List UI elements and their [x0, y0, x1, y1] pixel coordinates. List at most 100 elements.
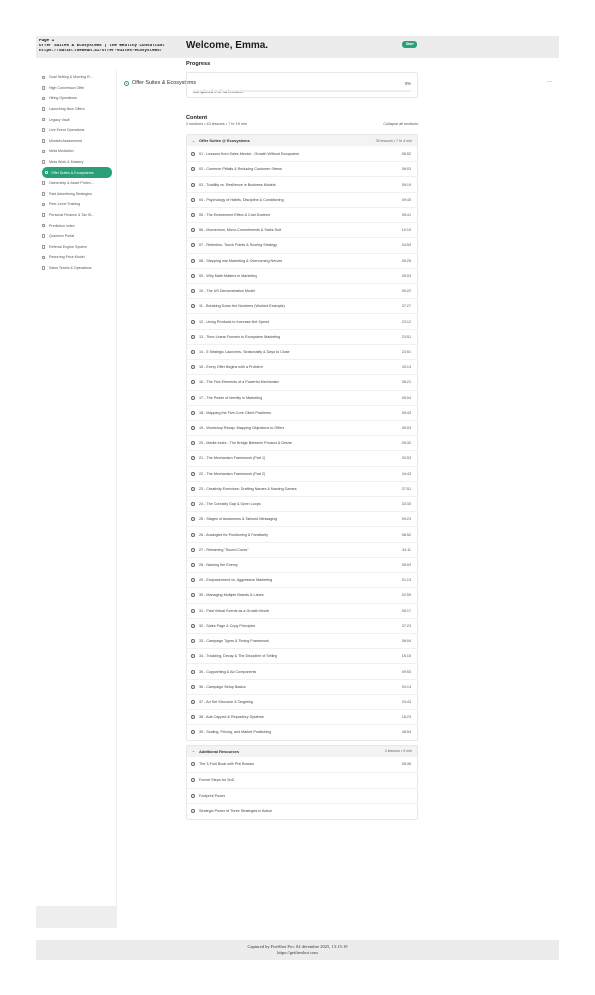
lesson-row[interactable]: 35 - Copywriting & Ad Components 09:53 — [187, 663, 417, 678]
lesson-row[interactable]: 33 - Campaign Types & Timing Framework 08… — [187, 633, 417, 648]
lesson-row[interactable]: 16 - The Five Elements of a Powerful Mec… — [187, 374, 417, 389]
lesson-status-circle-icon — [191, 456, 195, 461]
sidebar-item[interactable]: Launching New Offers — [42, 104, 112, 115]
sidebar-item[interactable]: Hiring Operations — [42, 93, 112, 104]
lesson-row[interactable]: 05 - The Endowment Effect & Cost Doctrin… — [187, 206, 417, 222]
sidebar-item-label: Recurring Price Model — [49, 255, 85, 260]
lesson-row[interactable]: 31 - Paid Virtual Events as a Growth Mod… — [187, 602, 417, 618]
lesson-row[interactable]: 32 - Sales Page & Copy Principles 37:23 — [187, 617, 417, 633]
lesson-row[interactable]: 07 - Retention, Touch Points & Scoring S… — [187, 237, 417, 252]
lesson-row[interactable]: 13 - Time-Linear Funnels to Ecosystem Ma… — [187, 328, 417, 344]
lesson-title: Funnel Steps for SoD — [199, 778, 235, 783]
sidebar-nav: Goal Setting & Morning R... High Conversi… — [36, 70, 116, 273]
lesson-row[interactable]: 01 - Lessons from Sales Mentor - Growth … — [187, 146, 417, 161]
sidebar-item[interactable]: Offer Suites & Ecosystems — [42, 167, 112, 178]
document-icon — [42, 181, 45, 186]
lesson-row[interactable]: 17 - The Power of Identity in Marketing 0… — [187, 389, 417, 405]
lesson-row[interactable]: 11 - Breaking Down the Numbers (Worked E… — [187, 298, 417, 313]
lesson-row[interactable]: 21 - The Mechanism Framework (Part 1) 33:… — [187, 450, 417, 465]
lesson-title: 09 - Why Math Matters in Marketing — [199, 273, 258, 278]
lesson-status-circle-icon — [191, 151, 195, 156]
sidebar-item[interactable]: Referral Engine System — [42, 242, 112, 253]
sidebar-item[interactable]: Ownership & Asset Protec... — [42, 178, 112, 189]
lesson-status-circle-icon — [191, 699, 195, 704]
lesson-row[interactable]: 20 - Media Index - The Bridge Between Pr… — [187, 435, 417, 450]
document-icon — [42, 245, 45, 249]
lesson-row[interactable]: 08 - Stepping into Marketing & Overcomin… — [187, 252, 417, 268]
sidebar-item[interactable]: Recurring Price Model — [42, 252, 112, 263]
lesson-row[interactable]: 36 - Campaign Setup Basics 04:14 — [187, 678, 417, 694]
lesson-title: 24 - The Curiosity Gap & Open Loops — [199, 502, 261, 507]
sidebar-item-label: Ownership & Asset Protec... — [49, 181, 94, 186]
lesson-row[interactable]: 30 - Managing Multiple Brands & Lanes 02:… — [187, 587, 417, 602]
lesson-row[interactable]: Footprint Power — [187, 787, 417, 804]
document-icon — [42, 128, 45, 133]
lesson-row[interactable]: 18 - Mapping the Five-Core Client Proble… — [187, 404, 417, 420]
lesson-row[interactable]: 02 - Common Pitfalls & Reducing Customer… — [187, 161, 417, 176]
lesson-title: 16 - The Five Elements of a Powerful Mec… — [199, 380, 280, 385]
document-icon — [42, 139, 45, 143]
lesson-duration: 08:36 — [401, 762, 411, 767]
sidebar-item[interactable]: Peer-Level Training — [42, 199, 112, 210]
lesson-row[interactable]: 27 - Reframing "Sound Cures" 34:11 — [187, 541, 417, 557]
lesson-status-circle-icon — [191, 762, 195, 767]
lesson-duration: 05:17 — [401, 608, 411, 613]
lesson-title: 15 - Every Offer Begins with a Problem — [199, 365, 263, 370]
sidebar-item[interactable]: Meta Work & Mastery — [42, 157, 112, 168]
lesson-duration: 05:03 — [401, 563, 411, 568]
start-button[interactable]: Start — [402, 41, 417, 48]
lesson-row[interactable]: Strategic Power of Three Strategies in A… — [187, 803, 417, 819]
lesson-status-circle-icon — [191, 182, 195, 187]
lesson-row[interactable]: 39 - Scaling, Pricing, and Market Positi… — [187, 724, 417, 739]
lesson-status-circle-icon — [191, 319, 195, 324]
sidebar-item[interactable]: Paid Advertising Strategies — [42, 189, 112, 200]
sidebar-item[interactable]: High Conversion Offer — [42, 83, 112, 94]
lesson-status-circle-icon — [191, 334, 195, 339]
lesson-row[interactable]: 28 - Naming the Enemy 05:03 — [187, 556, 417, 572]
lesson-title: 30 - Managing Multiple Brands & Lanes — [199, 593, 264, 598]
lesson-row[interactable]: Funnel Steps for SoD — [187, 772, 417, 788]
sidebar-item[interactable]: Prediction Index — [42, 220, 112, 231]
lesson-row[interactable]: The 3-Fold Book with Phil Bowser 08:36 — [187, 757, 417, 773]
lesson-row[interactable]: 04 - Psychology of Habits, Discipline & … — [187, 191, 417, 207]
sidebar-item[interactable]: Mindset Assessment — [42, 136, 112, 147]
lesson-row[interactable]: 10 - The US Demonstration Model 05:22 — [187, 282, 417, 298]
document-icon — [42, 266, 45, 270]
lesson-duration: 43:13 — [401, 365, 411, 370]
section-header[interactable]: ⌄ Additional Resources 4 lessons • 0 min — [187, 745, 417, 757]
lesson-row[interactable]: 22 - The Mechanism Framework (Part 2) 44:… — [187, 465, 417, 481]
lesson-row[interactable]: 03 - Tradility vs. Resilience in Busines… — [187, 176, 417, 191]
lesson-row[interactable]: 09 - Why Math Matters in Marketing 05:03 — [187, 267, 417, 283]
sidebar-item[interactable]: Meta Mediation — [42, 146, 112, 157]
section-header[interactable]: ⌄ Offer Suites @ Ecosystems 39 lessons •… — [187, 135, 417, 146]
lesson-row[interactable]: 24 - The Curiosity Gap & Open Loops 33:33 — [187, 496, 417, 511]
sidebar-item[interactable]: Live Event Operations — [42, 125, 112, 136]
sidebar-item[interactable]: Legacy Vault — [42, 114, 112, 125]
lesson-row[interactable]: 23 - Creativity Exercises: Drafting Name… — [187, 480, 417, 496]
document-icon — [42, 223, 45, 228]
lesson-row[interactable]: 15 - Every Offer Begins with a Problem 43… — [187, 359, 417, 374]
sidebar-item[interactable]: Goal Setting & Morning R... — [42, 72, 112, 83]
lesson-row[interactable]: 06 - Momentum, Micro-Commitments & Sales… — [187, 222, 417, 237]
lesson-row[interactable]: 38 - Ads Capped & Repository Systems 18:2… — [187, 709, 417, 724]
more-options-button[interactable]: ... — [547, 78, 553, 84]
sidebar-item-label: Meta Work & Mastery — [49, 160, 84, 165]
lesson-duration: 09:45 — [401, 197, 411, 202]
lesson-row[interactable]: 19 - Workshop Recap: Mapping Objections … — [187, 419, 417, 435]
lesson-row[interactable]: 25 - Stages of Awareness & Tailored Mess… — [187, 511, 417, 526]
lesson-row[interactable]: 37 - Ad Set Structure & Targeting 03:43 — [187, 693, 417, 709]
lesson-duration: 34:11 — [402, 547, 411, 552]
sidebar-item[interactable]: Quantum Portal — [42, 231, 112, 242]
lesson-title: 04 - Psychology of Habits, Discipline & … — [199, 197, 284, 202]
content-stats: 2 sections • 43 lessons • 7 hr 19 min — [186, 122, 248, 126]
course-icon — [124, 81, 129, 86]
sidebar-item[interactable]: Personal Finance & Tax St... — [42, 210, 112, 221]
lesson-duration: 04:14 — [401, 684, 411, 689]
lesson-row[interactable]: 26 - Analogies for Positioning & Familia… — [187, 526, 417, 541]
collapse-all-button[interactable]: Collapse all sections — [383, 122, 418, 126]
lesson-row[interactable]: 14 - 5 Strategic Launches, Seasonality &… — [187, 343, 417, 359]
lesson-row[interactable]: 34 - Trackling, Decay & The Discipline o… — [187, 648, 417, 663]
lesson-row[interactable]: 12 - Using Products to Increase Net Spen… — [187, 313, 417, 328]
lesson-status-circle-icon — [191, 471, 195, 476]
lesson-row[interactable]: 29 - Empowerment vs. Aggressive Marketin… — [187, 572, 417, 587]
